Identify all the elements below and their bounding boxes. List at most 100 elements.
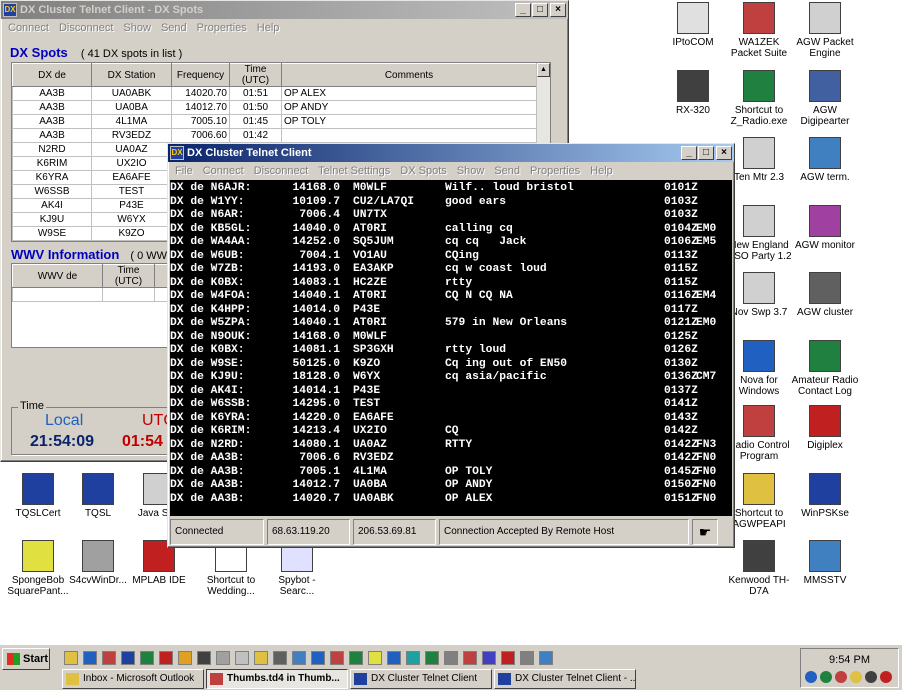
quick-launch-icon[interactable]	[311, 651, 325, 665]
quick-launch-icon[interactable]	[425, 651, 439, 665]
desktop-icon[interactable]: MMSSTV	[790, 540, 860, 586]
minimize-button[interactable]: _	[681, 146, 697, 160]
tray-icon[interactable]	[835, 671, 847, 683]
table-cell: RV3EDZ	[91, 128, 172, 143]
quick-launch-icon[interactable]	[140, 651, 154, 665]
menu-item[interactable]: Disconnect	[249, 165, 313, 177]
column-header[interactable]: Frequency	[171, 63, 230, 87]
quick-launch-icon[interactable]	[216, 651, 230, 665]
menu-item[interactable]: Disconnect	[54, 22, 118, 34]
quick-launch-icon[interactable]	[197, 651, 211, 665]
telnet-output[interactable]: DX de N6AJR: 14168.0 M0WLF Wilf.. loud bris…	[170, 180, 732, 516]
quick-launch-icon[interactable]	[444, 651, 458, 665]
tray-icon[interactable]	[865, 671, 877, 683]
quick-launch-icon[interactable]	[121, 651, 135, 665]
wwv-table[interactable]: WWV deTime (UTC)W	[12, 264, 170, 302]
terminal-de: DX de W5ZPA:	[170, 317, 252, 329]
desktop-icon[interactable]: WA1ZEK Packet Suite	[724, 2, 794, 59]
desktop-icon[interactable]: Shortcut to Wedding...	[196, 540, 266, 597]
menu-item[interactable]: Properties	[192, 22, 252, 34]
menu-item[interactable]: DX Spots	[395, 165, 451, 177]
quick-launch-icon[interactable]	[406, 651, 420, 665]
dx-spots-heading-row: DX Spots ( 41 DX spots in list )	[10, 45, 182, 60]
desktop-icon[interactable]: AGW Digipearter	[790, 70, 860, 127]
maximize-button[interactable]: □	[532, 3, 548, 17]
table-row[interactable]: AA3B UA0ABK 14020.70 01:51 OP ALEX	[12, 86, 537, 101]
quick-launch-icon[interactable]	[178, 651, 192, 665]
quick-launch-icon[interactable]	[254, 651, 268, 665]
quick-launch-icon[interactable]	[463, 651, 477, 665]
close-button[interactable]: ×	[716, 146, 732, 160]
quick-launch-icon[interactable]	[501, 651, 515, 665]
desktop-icon[interactable]: Amateur Radio Contact Log	[790, 340, 860, 397]
quick-launch-icon[interactable]	[159, 651, 173, 665]
menu-item[interactable]: Send	[156, 22, 192, 34]
column-header[interactable]: Time (UTC)	[229, 63, 282, 87]
table-row[interactable]: AA3B UA0BA 14012.70 01:50 OP ANDY	[12, 100, 537, 115]
quick-launch-icon[interactable]	[235, 651, 249, 665]
terminal-comment: rtty	[445, 276, 473, 289]
desktop-icon[interactable]: IPtoCOM	[658, 2, 728, 48]
column-header[interactable]: WWV de	[12, 264, 103, 288]
column-header[interactable]: Time (UTC)	[102, 264, 155, 288]
desktop-icon[interactable]: RX-320	[658, 70, 728, 116]
quick-launch-icon[interactable]	[292, 651, 306, 665]
menu-item[interactable]: Show	[118, 22, 156, 34]
desktop-icon[interactable]: AGW Packet Engine	[790, 2, 860, 59]
tray-icon[interactable]	[820, 671, 832, 683]
scroll-up-arrow[interactable]: ▲	[537, 63, 550, 77]
menu-item[interactable]: Show	[452, 165, 490, 177]
quick-launch-icon[interactable]	[83, 651, 97, 665]
desktop-icon[interactable]: AGW cluster	[790, 272, 860, 318]
telnet-window[interactable]: DX DX Cluster Telnet Client _ □ × File Co…	[167, 143, 735, 548]
quick-launch-icon[interactable]	[330, 651, 344, 665]
desktop-icon[interactable]: TQSL	[63, 473, 133, 519]
quick-launch-icon[interactable]	[482, 651, 496, 665]
quick-launch-icon[interactable]	[368, 651, 382, 665]
taskbar-task-button[interactable]: DX Cluster Telnet Client - ...	[494, 669, 636, 689]
quick-launch-icon[interactable]	[387, 651, 401, 665]
menu-item[interactable]: File	[170, 165, 198, 177]
desktop-icon[interactable]: Kenwood TH-D7A	[724, 540, 794, 597]
desktop-icon[interactable]: S4cvWinDr...	[63, 540, 133, 586]
clock[interactable]: 9:54 PM	[801, 654, 898, 666]
column-header[interactable]: DX de	[12, 63, 92, 87]
menu-item[interactable]: Connect	[198, 165, 249, 177]
tray-icon[interactable]	[880, 671, 892, 683]
menu-item[interactable]: Help	[252, 22, 285, 34]
quick-launch-icon[interactable]	[64, 651, 78, 665]
quick-launch-icon[interactable]	[520, 651, 534, 665]
tray-icon[interactable]	[805, 671, 817, 683]
menu-item[interactable]: Telnet Settings	[313, 165, 395, 177]
desktop-icon[interactable]: Shortcut to Z_Radio.exe	[724, 70, 794, 127]
start-button[interactable]: Start	[2, 648, 50, 670]
tray-icon[interactable]	[850, 671, 862, 683]
telnet-titlebar[interactable]: DX DX Cluster Telnet Client _ □ ×	[168, 144, 734, 162]
desktop-icon[interactable]: Spybot - Searc...	[262, 540, 332, 597]
terminal-line: DX de N2RD: 14080.1 UA0AZ RTTY 0142Z FN3	[170, 439, 732, 453]
menu-item[interactable]: Help	[585, 165, 618, 177]
desktop-icon[interactable]: WinPSKse	[790, 473, 860, 519]
table-row[interactable]: AA3B RV3EDZ 7006.60 01:42	[12, 128, 537, 143]
quick-launch-icon[interactable]	[102, 651, 116, 665]
maximize-button[interactable]: □	[698, 146, 714, 160]
quick-launch-icon[interactable]	[539, 651, 553, 665]
taskbar-task-button[interactable]: Thumbs.td4 in Thumb...	[206, 669, 348, 689]
dx-spots-titlebar[interactable]: DX DX Cluster Telnet Client - DX Spots _…	[1, 1, 568, 19]
taskbar-task-button[interactable]: Inbox - Microsoft Outlook	[62, 669, 204, 689]
table-cell: K6YRA	[12, 170, 92, 185]
column-header[interactable]: DX Station	[91, 63, 172, 87]
desktop-icon[interactable]: Digiplex	[790, 405, 860, 451]
desktop-icon[interactable]: AGW term.	[790, 137, 860, 183]
taskbar-task-button[interactable]: DX Cluster Telnet Client	[350, 669, 492, 689]
table-row[interactable]: AA3B 4L1MA 7005.10 01:45 OP TOLY	[12, 114, 537, 129]
menu-item[interactable]: Connect	[3, 22, 54, 34]
quick-launch-icon[interactable]	[273, 651, 287, 665]
desktop-icon[interactable]: AGW monitor	[790, 205, 860, 251]
close-button[interactable]: ×	[550, 3, 566, 17]
menu-item[interactable]: Properties	[525, 165, 585, 177]
column-header[interactable]: Comments	[281, 63, 537, 87]
minimize-button[interactable]: _	[515, 3, 531, 17]
quick-launch-icon[interactable]	[349, 651, 363, 665]
menu-item[interactable]: Send	[489, 165, 525, 177]
